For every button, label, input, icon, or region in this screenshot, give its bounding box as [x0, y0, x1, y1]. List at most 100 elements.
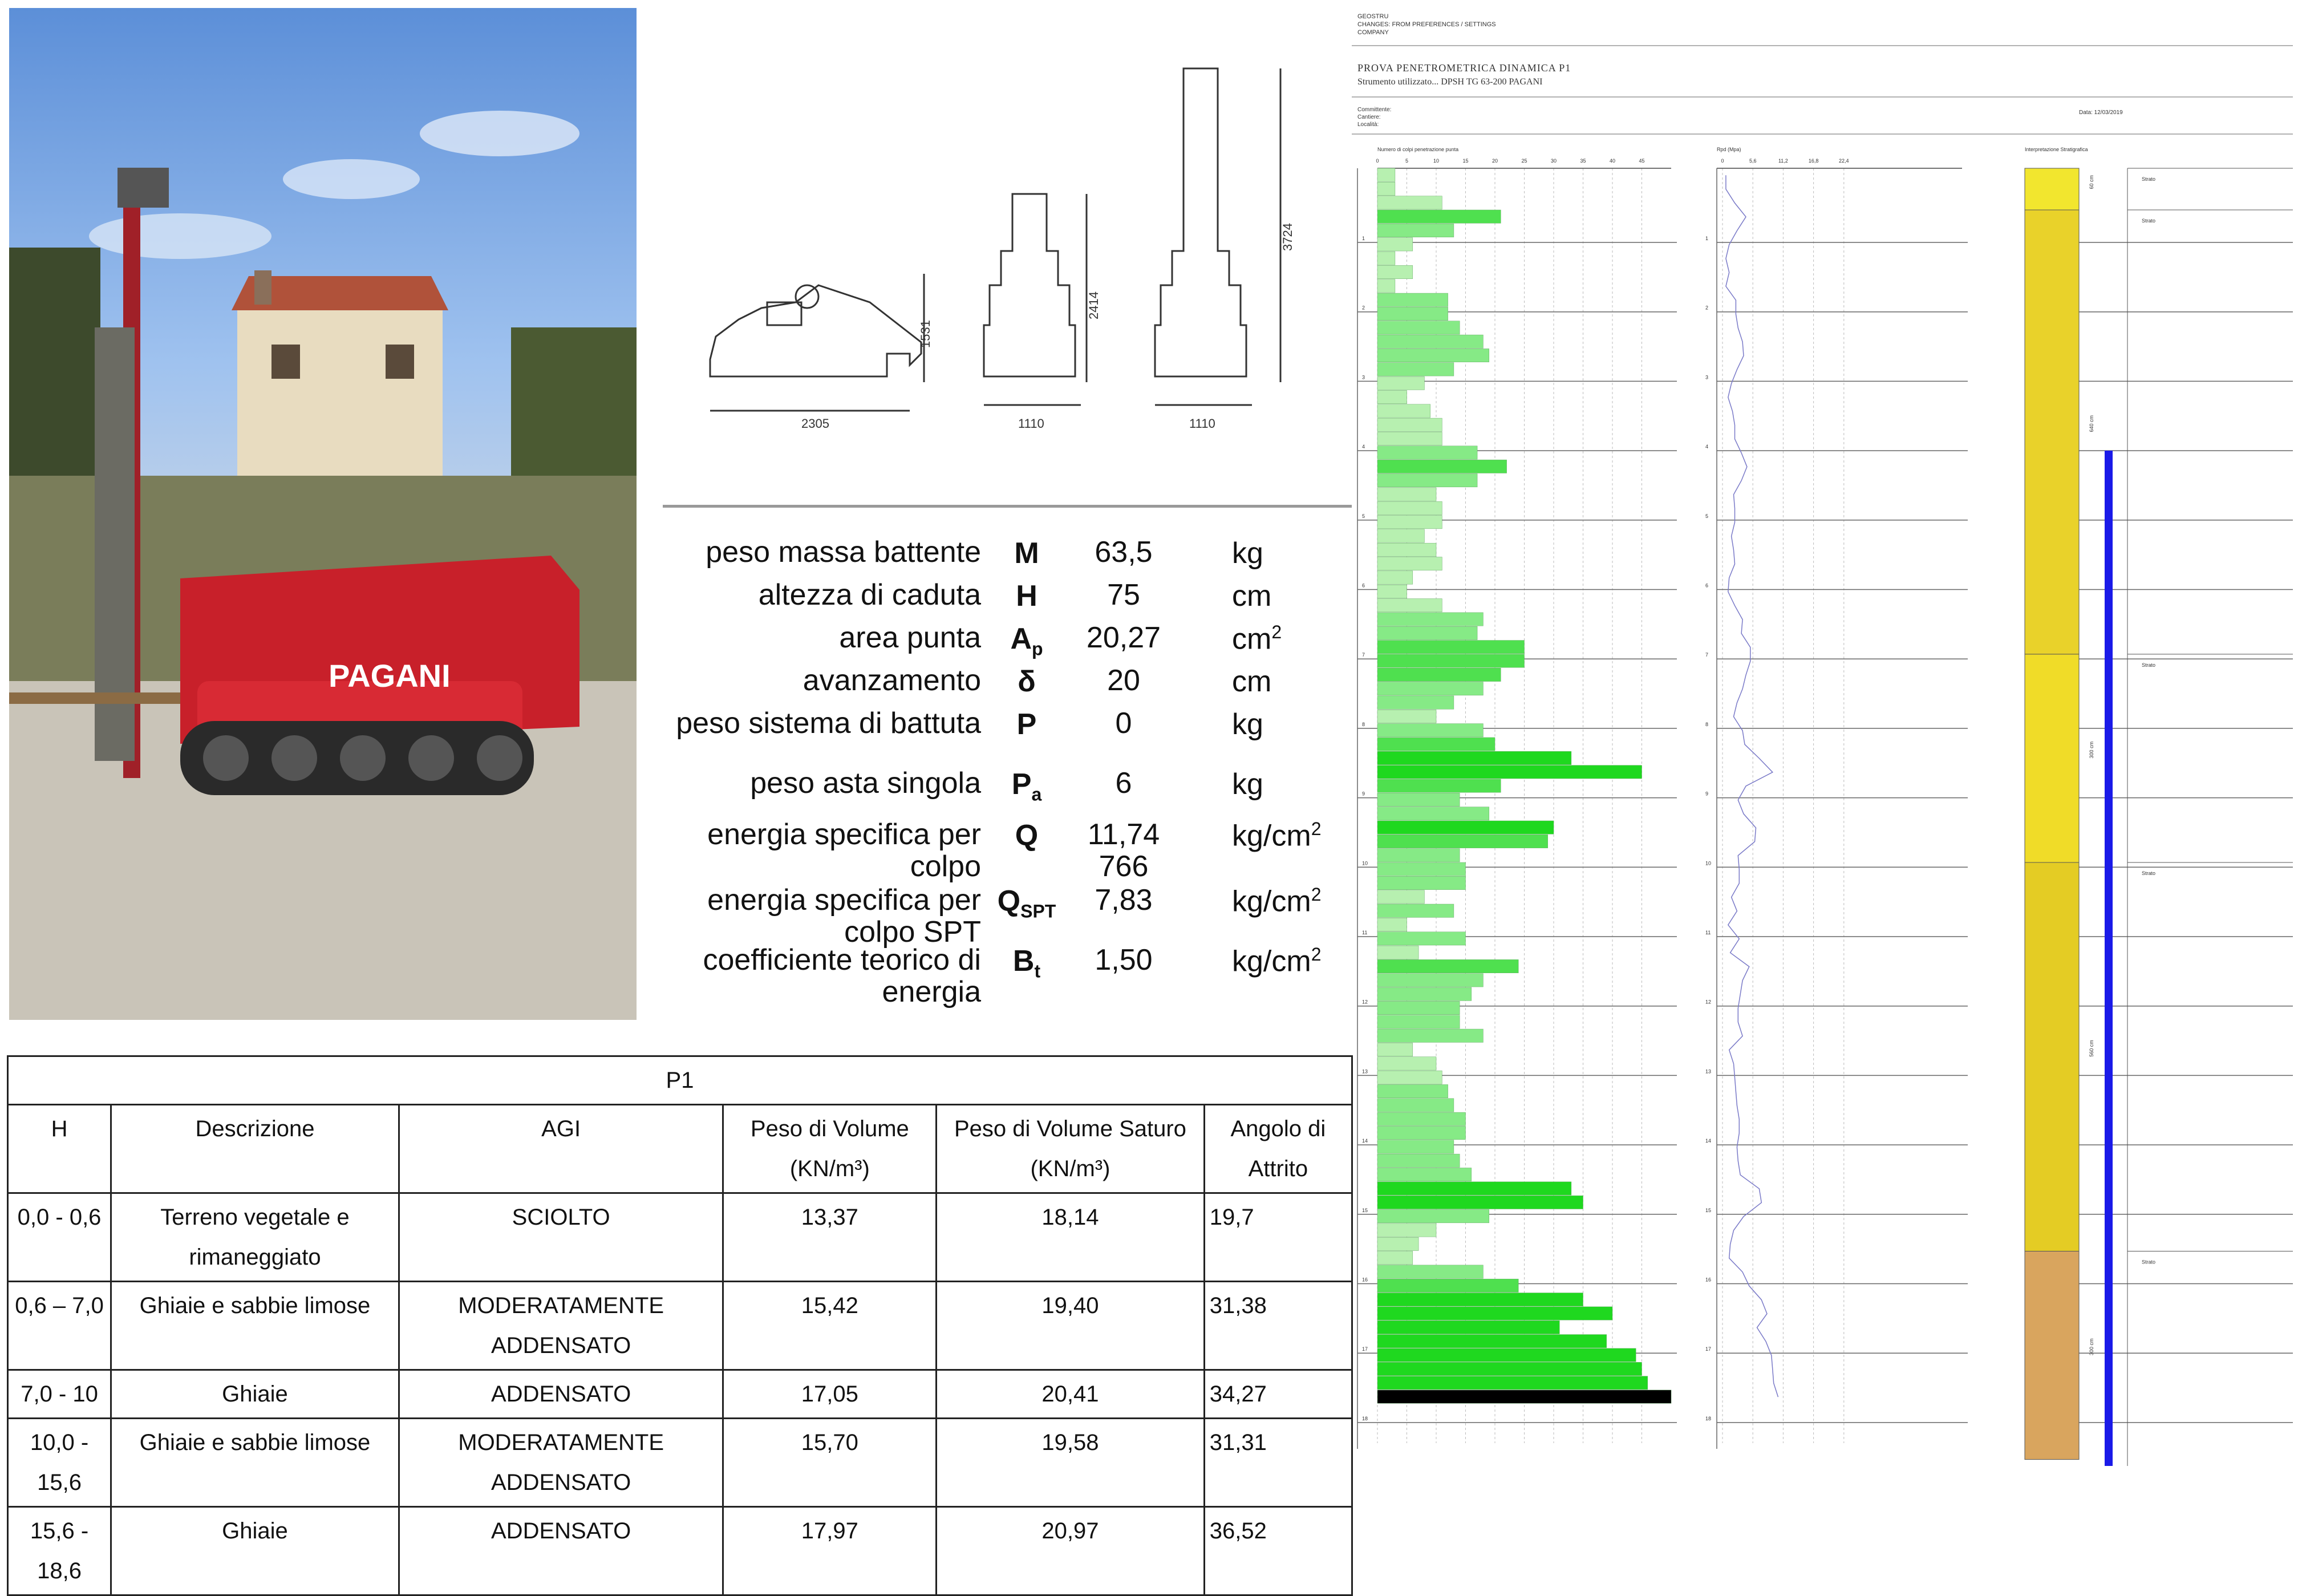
depth-tick: 13 [1362, 1068, 1368, 1074]
blow-bar [1377, 196, 1442, 210]
table-cell: Terreno vegetale e rimaneggiato [110, 1192, 400, 1282]
blow-bar [1377, 835, 1548, 848]
table-cell: 15,70 [722, 1417, 938, 1508]
blow-bar [1377, 1320, 1560, 1334]
blow-bar [1377, 945, 1419, 959]
blow-bar [1377, 1334, 1607, 1348]
table-row: 10,0 - 15,6 Ghiaie e sabbie limose MODERAT… [6, 1417, 1353, 1508]
blow-bar [1377, 1140, 1454, 1154]
blow-bar [1377, 1015, 1460, 1029]
table-cell: Ghiaie [110, 1506, 400, 1596]
blow-bar [1377, 807, 1489, 821]
depth-tick-rpd: 3 [1705, 374, 1708, 380]
depth-tick-rpd: 4 [1705, 444, 1708, 449]
spec-label: peso massa battente [706, 536, 981, 569]
depth-tick: 11 [1362, 930, 1367, 935]
client-line: Committente: [1357, 107, 1391, 113]
blow-bar [1377, 224, 1454, 237]
blow-bar [1377, 1028, 1484, 1043]
stratum-depth: 640 cm [2089, 415, 2094, 432]
rpd-line [1725, 175, 1779, 1397]
spec-value: 6 [1115, 767, 1132, 800]
blow-bar [1377, 1181, 1572, 1196]
report-date: Data: 12/03/2019 [2079, 110, 2123, 116]
blow-bar [1377, 682, 1484, 696]
blow-bar [1377, 168, 1396, 182]
stratum-block [2024, 654, 2080, 863]
blow-bar [1377, 209, 1501, 224]
blow-bar [1377, 737, 1495, 751]
blow-bar [1377, 1306, 1613, 1320]
depth-tick: 9 [1362, 791, 1365, 797]
blow-bar [1377, 1084, 1448, 1099]
blow-bar [1377, 418, 1442, 432]
spec-label: peso sistema di battuta [676, 707, 981, 740]
blow-bar [1377, 598, 1442, 613]
blow-bar [1377, 334, 1484, 349]
blow-tick: 40 [1610, 158, 1615, 164]
company-line: COMPANY [1357, 29, 1389, 36]
blow-bar [1377, 1112, 1466, 1126]
blow-tick: 10 [1433, 158, 1439, 164]
spec-symbol: M [1014, 537, 1039, 570]
spec-value: 0 [1115, 707, 1132, 740]
table-header-cell: Peso di Volume Saturo (KN/m³) [935, 1104, 1205, 1194]
table-cell: 10,0 - 15,6 [6, 1417, 112, 1508]
rpd-column-header: Rpd (Mpa) [1717, 147, 1741, 152]
table-cell: 31,38 [1203, 1281, 1353, 1371]
blow-bar [1377, 321, 1460, 335]
blow-bar [1377, 918, 1407, 931]
blow-bar [1377, 1195, 1583, 1209]
depth-tick: 4 [1362, 444, 1365, 449]
blow-bar [1377, 1223, 1437, 1237]
blow-bar [1377, 1348, 1636, 1362]
rig-brand-text: PAGANI [329, 658, 451, 694]
spec-symbol: Ap [1010, 622, 1043, 659]
blow-bar [1377, 862, 1466, 876]
spec-unit: cm [1232, 665, 1272, 698]
rig-mast-view [1154, 67, 1282, 406]
blow-bar [1377, 1056, 1437, 1071]
blow-bar [1377, 1376, 1648, 1390]
instrument: Strumento utilizzato... DPSH TG 63-200 P… [1357, 77, 1542, 87]
blow-bar [1377, 1153, 1460, 1168]
depth-tick-rpd: 15 [1705, 1208, 1711, 1213]
stratum-depth: 300 cm [2089, 742, 2094, 759]
spec-value: 20 [1107, 664, 1140, 697]
blow-bar [1377, 279, 1396, 293]
spec-value: 11,74 766 [1087, 818, 1160, 883]
dim-height-3: 3724 [1280, 223, 1295, 251]
rpd-tick: 11,2 [1778, 158, 1788, 164]
table-cell: ADDENSATO [398, 1506, 724, 1596]
table-cell: 18,14 [935, 1192, 1205, 1282]
table-cell: MODERATAMENTE ADDENSATO [398, 1281, 724, 1371]
blow-bar [1377, 1168, 1472, 1182]
depth-tick: 14 [1362, 1138, 1368, 1144]
table-cell: Ghiaie e sabbie limose [110, 1417, 400, 1508]
client-line: Cantiere: [1357, 114, 1381, 120]
blow-bar [1377, 1293, 1583, 1307]
stratum-block [2024, 862, 2080, 1252]
table-row: 7,0 - 10 Ghiaie ADDENSATO 17,05 20,41 34,27 [6, 1369, 1353, 1419]
dim-width-1: 1110 [1018, 416, 1044, 431]
rpd-tick: 5,6 [1749, 158, 1757, 164]
blow-bar [1377, 251, 1396, 265]
blow-bar [1377, 793, 1460, 807]
blow-bar [1377, 487, 1437, 501]
spec-unit: cm [1232, 580, 1272, 613]
blow-bar [1377, 612, 1484, 626]
spec-label: avanzamento [803, 664, 981, 697]
spec-symbol: Pa [1011, 768, 1042, 805]
spec-value: 7,83 [1095, 884, 1153, 917]
table-cell: 34,27 [1203, 1369, 1353, 1419]
table-cell: 20,41 [935, 1369, 1205, 1419]
stratum-label: Strato [2142, 662, 2155, 668]
blow-bar [1377, 1070, 1442, 1084]
spec-label: altezza di caduta [758, 578, 981, 611]
rig-front-view [983, 193, 1088, 406]
depth-tick: 1 [1362, 236, 1365, 241]
table-cell: 19,40 [935, 1281, 1205, 1371]
table-body: 0,0 - 0,6 Terreno vegetale e rimaneggiato… [6, 1192, 1353, 1596]
blow-tick: 30 [1551, 158, 1557, 164]
blow-bar [1377, 959, 1519, 973]
